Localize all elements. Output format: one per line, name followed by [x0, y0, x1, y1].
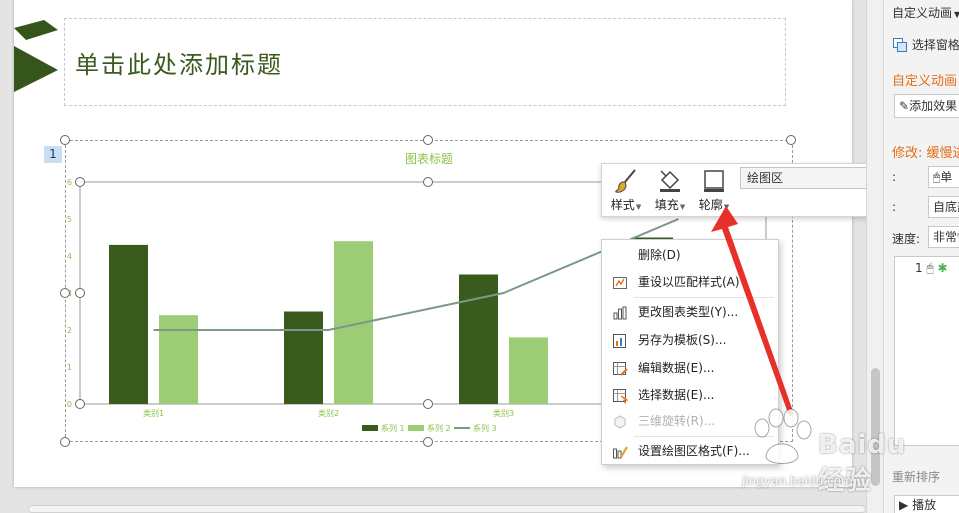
legend-label[interactable]: 系列 3 — [473, 423, 497, 433]
menu-item-save-template[interactable]: 另存为模板(S)... — [602, 327, 778, 353]
pane-header[interactable]: 自定义动画▼ — [892, 4, 959, 21]
reset-style-icon — [613, 277, 627, 289]
series-line-1[interactable] — [153, 218, 679, 331]
bar-1[interactable] — [459, 274, 498, 405]
rotate-3d-icon — [614, 415, 626, 429]
menu-item-delete[interactable]: 删除(D) — [602, 242, 778, 268]
speed-label: 速度: — [892, 232, 921, 246]
chart-type-icon — [613, 306, 627, 320]
bar-2[interactable] — [509, 337, 548, 404]
menu-item-label: 编辑数据(E)... — [638, 361, 715, 375]
resize-handle-sw[interactable] — [60, 437, 70, 447]
style-label: 样式 — [610, 198, 635, 212]
plot-handle-sw[interactable] — [75, 399, 85, 409]
menu-item-label: 更改图表类型(Y)... — [638, 305, 739, 319]
resize-handle-nw[interactable] — [60, 135, 70, 145]
menu-item-label: 设置绘图区格式(F)... — [638, 444, 750, 458]
menu-item-label: 三维旋转(R)... — [638, 414, 716, 428]
select-pane-label: 选择窗格 — [911, 38, 959, 52]
start-select-value: 单 — [940, 170, 953, 184]
select-data-icon — [613, 389, 628, 404]
style-button[interactable]: 样式▼ — [606, 168, 646, 214]
paw-logo-icon — [754, 408, 812, 464]
outline-icon — [704, 170, 724, 192]
caret-down-icon: ▼ — [723, 203, 730, 211]
select-pane-icon — [893, 38, 907, 52]
fill-label: 填充 — [654, 198, 679, 212]
y-tick-label[interactable]: 5 — [67, 215, 72, 224]
horizontal-scrollbar[interactable] — [28, 505, 866, 513]
legend-label[interactable]: 系列 1 — [381, 423, 405, 433]
animation-list-item[interactable]: 1 🖱 ✱ — [915, 261, 948, 276]
legend-swatch[interactable] — [408, 425, 424, 431]
baidu-watermark: Baidu 经验 jingyan.baidu.com — [742, 408, 942, 508]
outline-button[interactable]: 轮廓▼ — [694, 168, 734, 214]
menu-item-edit-data[interactable]: 编辑数据(E)... — [602, 355, 778, 381]
y-tick-label[interactable]: 1 — [67, 363, 72, 372]
x-tick-label[interactable]: 类别1 — [143, 408, 164, 418]
x-tick-label[interactable]: 类别2 — [318, 408, 339, 418]
menu-item-label: 删除(D) — [638, 248, 681, 262]
brush-icon — [615, 169, 636, 193]
plot-handle-n[interactable] — [423, 177, 433, 187]
direction-select[interactable]: 自底部 — [928, 196, 959, 218]
bar-1[interactable] — [284, 311, 323, 405]
effect-star-icon: ✱ — [937, 261, 948, 275]
plot-handle-nw[interactable] — [75, 177, 85, 187]
start-colon: : — [892, 170, 897, 184]
caret-down-icon: ▼ — [679, 203, 686, 211]
y-tick-label[interactable]: 6 — [67, 178, 72, 187]
format-plot-area-icon — [613, 446, 628, 459]
add-effect-button[interactable]: ✎添加效果 — [894, 94, 959, 118]
y-tick-label[interactable]: 0 — [67, 400, 72, 409]
edit-data-icon — [613, 362, 628, 376]
add-effect-label: 添加效果 — [909, 99, 958, 113]
plot-handle-w[interactable] — [75, 288, 85, 298]
menu-item-reset-style[interactable]: 重设以匹配样式(A) — [602, 269, 778, 295]
menu-item-label: 选择数据(E)... — [638, 388, 715, 402]
menu-item-change-chart-type[interactable]: 更改图表类型(Y)... — [602, 299, 778, 325]
speed-select[interactable]: 非常慢 — [928, 226, 959, 248]
menu-item-select-data[interactable]: 选择数据(E)... — [602, 382, 778, 408]
menu-item-label: 重设以匹配样式(A) — [638, 275, 740, 289]
save-template-icon — [613, 334, 626, 348]
pencil-icon: ✎ — [899, 99, 910, 113]
custom-animation-title: 自定义动画 — [892, 74, 958, 89]
outline-label: 轮廓 — [698, 198, 723, 212]
resize-handle-s[interactable] — [423, 437, 433, 447]
resize-handle-ne[interactable] — [786, 135, 796, 145]
animation-item-number: 1 — [915, 261, 923, 275]
select-pane-link[interactable]: 选择窗格 — [892, 36, 959, 53]
fill-button[interactable]: 填充▼ — [650, 168, 690, 214]
start-select[interactable]: 🖱单 — [928, 166, 959, 188]
menu-item-label: 另存为模板(S)... — [638, 333, 727, 347]
bar-2[interactable] — [159, 315, 198, 404]
y-tick-label[interactable]: 2 — [67, 326, 72, 335]
bar-1[interactable] — [109, 244, 148, 404]
direction-colon: : — [892, 200, 897, 214]
y-tick-label[interactable]: 4 — [67, 252, 72, 261]
legend-label[interactable]: 系列 2 — [427, 423, 451, 433]
x-tick-label[interactable]: 类别3 — [493, 408, 514, 418]
chart-element-select-value: 绘图区 — [747, 171, 784, 185]
mouse-icon: 🖱 — [926, 261, 934, 275]
resize-handle-w[interactable] — [60, 288, 70, 298]
legend-swatch[interactable] — [362, 425, 378, 431]
watermark-url: jingyan.baidu.com — [742, 474, 853, 488]
modify-label: 修改: 缓慢进 — [892, 146, 959, 161]
resize-handle-n[interactable] — [423, 135, 433, 145]
pane-header-label: 自定义动画 — [892, 6, 953, 20]
caret-down-icon: ▼ — [635, 203, 642, 211]
chevron-down-icon: ▼ — [954, 10, 959, 19]
paint-bucket-icon — [660, 170, 680, 192]
menu-separator — [634, 297, 774, 298]
plot-handle-s[interactable] — [423, 399, 433, 409]
